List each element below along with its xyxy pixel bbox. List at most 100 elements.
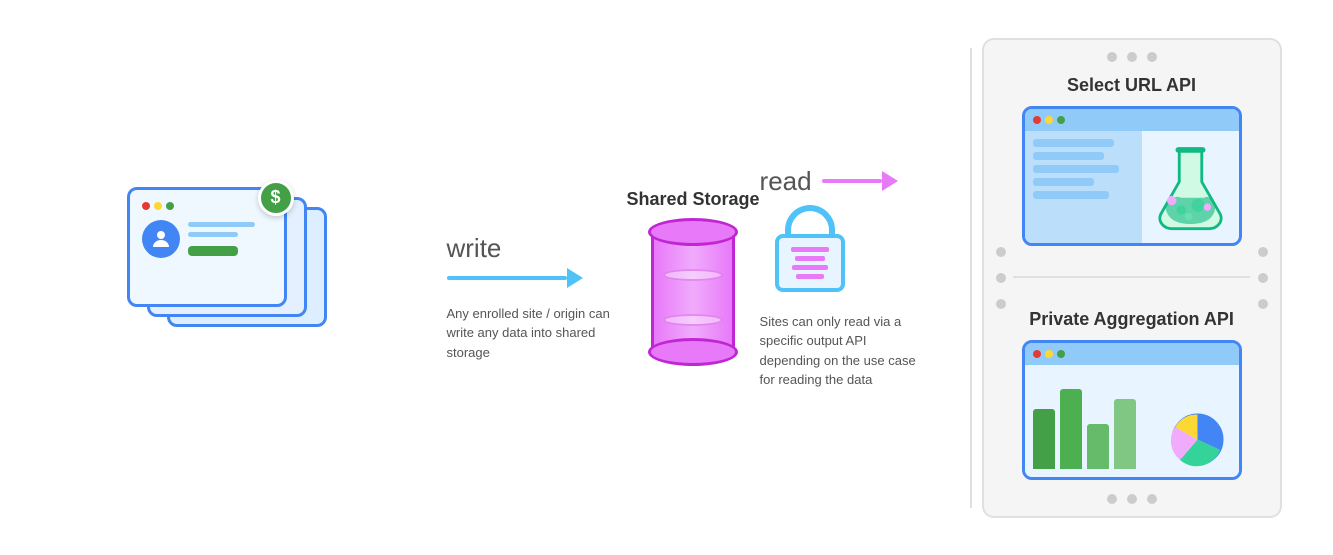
url-api-inner bbox=[1025, 109, 1239, 243]
card-lines bbox=[188, 220, 272, 258]
api2-image bbox=[1022, 340, 1242, 480]
priv-api-topbar bbox=[1025, 343, 1239, 365]
panel-dot-b2 bbox=[1127, 494, 1137, 504]
cyl-stripe-1 bbox=[663, 269, 723, 281]
dot-red bbox=[142, 202, 150, 210]
card-front: $ bbox=[127, 187, 287, 307]
flask-icon bbox=[1153, 139, 1228, 234]
dot-g2 bbox=[1057, 350, 1065, 358]
line-1 bbox=[188, 222, 255, 227]
write-arrow-head bbox=[567, 268, 583, 288]
card-dots bbox=[142, 202, 272, 210]
green-button bbox=[188, 246, 238, 256]
shared-storage-section: Shared Storage bbox=[627, 189, 760, 366]
cylinder bbox=[648, 218, 738, 366]
lock-body bbox=[775, 234, 845, 292]
dot-yellow bbox=[154, 202, 162, 210]
read-arrow-line bbox=[822, 179, 882, 183]
site-cards-illustration: $ bbox=[127, 187, 347, 357]
panel-dot-l2 bbox=[996, 273, 1006, 283]
panel-dots-left bbox=[996, 247, 1006, 309]
panel-dot-t1 bbox=[1107, 52, 1117, 62]
dollar-coin: $ bbox=[258, 180, 294, 216]
url-right bbox=[1142, 131, 1238, 243]
url-line-4 bbox=[1033, 178, 1094, 186]
main-diagram: $ write Any enrolled site / origin can w… bbox=[27, 18, 1307, 538]
site-cards-section: $ bbox=[27, 187, 447, 369]
url-line-5 bbox=[1033, 191, 1109, 199]
dot-g bbox=[1057, 116, 1065, 124]
write-arrow-area: write Any enrolled site / origin can wri… bbox=[447, 233, 627, 363]
cyl-stripe-2 bbox=[663, 314, 723, 326]
lock-line-3 bbox=[792, 265, 828, 270]
panel-dot-l3 bbox=[996, 299, 1006, 309]
panel-dot-r3 bbox=[1258, 299, 1268, 309]
dot-y2 bbox=[1045, 350, 1053, 358]
url-left bbox=[1025, 131, 1143, 243]
bar-4 bbox=[1114, 399, 1136, 469]
write-arrow-line bbox=[447, 276, 567, 280]
url-api-topbar bbox=[1025, 109, 1239, 131]
panel-dots-right bbox=[1258, 247, 1268, 309]
right-panel: Select URL API bbox=[982, 38, 1282, 518]
api1-image bbox=[1022, 106, 1242, 246]
bar-2 bbox=[1060, 389, 1082, 469]
panel-dot-t3 bbox=[1147, 52, 1157, 62]
line-2 bbox=[188, 232, 238, 237]
panel-dot-r2 bbox=[1258, 273, 1268, 283]
divider bbox=[970, 48, 972, 508]
api1-title: Select URL API bbox=[1067, 75, 1196, 96]
select-url-api-block: Select URL API bbox=[1000, 75, 1264, 246]
cyl-top bbox=[648, 218, 738, 246]
url-line-2 bbox=[1033, 152, 1104, 160]
panel-dots-bottom bbox=[1107, 494, 1157, 504]
panel-dot-b1 bbox=[1107, 494, 1117, 504]
read-caption: Sites can only read via a specific outpu… bbox=[760, 312, 930, 390]
panel-dot-t2 bbox=[1127, 52, 1137, 62]
url-api-content bbox=[1025, 131, 1239, 243]
lock-wrapper bbox=[770, 205, 850, 300]
lock-line-1 bbox=[791, 247, 829, 252]
api2-title: Private Aggregation API bbox=[1029, 309, 1234, 330]
panel-divider bbox=[1013, 276, 1251, 278]
panel-dots-top bbox=[1107, 52, 1157, 62]
dot-r2 bbox=[1033, 350, 1041, 358]
private-agg-api-block: Private Aggregation API bbox=[1000, 309, 1264, 480]
url-api-dots bbox=[1033, 116, 1065, 124]
card-content bbox=[142, 220, 272, 258]
write-caption: Any enrolled site / origin can write any… bbox=[447, 306, 610, 360]
priv-api-inner bbox=[1025, 343, 1239, 477]
panel-dot-b3 bbox=[1147, 494, 1157, 504]
avatar bbox=[142, 220, 180, 258]
priv-api-dots bbox=[1033, 350, 1065, 358]
bar-1 bbox=[1033, 409, 1055, 469]
pie-chart-icon bbox=[1170, 412, 1225, 467]
url-line-1 bbox=[1033, 139, 1114, 147]
read-arrow-row: read bbox=[760, 166, 898, 197]
write-caption-wrapper: Any enrolled site / origin can write any… bbox=[447, 304, 627, 363]
lock-lines bbox=[791, 247, 829, 279]
cyl-bottom bbox=[648, 338, 738, 366]
write-arrow bbox=[447, 268, 583, 288]
bar-3 bbox=[1087, 424, 1109, 469]
write-label: write bbox=[447, 233, 502, 264]
read-flow: read bbox=[760, 166, 960, 390]
lock-icon bbox=[770, 205, 850, 300]
lock-shackle bbox=[785, 205, 835, 237]
shared-storage-title: Shared Storage bbox=[627, 189, 760, 210]
cyl-body bbox=[651, 232, 735, 352]
lock-line-4 bbox=[796, 274, 824, 279]
priv-api-content bbox=[1025, 365, 1239, 477]
read-arrow bbox=[822, 171, 898, 191]
dot-y bbox=[1045, 116, 1053, 124]
read-label: read bbox=[760, 166, 812, 197]
panel-dot-l1 bbox=[996, 247, 1006, 257]
write-flow: write Any enrolled site / origin can wri… bbox=[447, 193, 627, 363]
lock-line-2 bbox=[795, 256, 825, 261]
panel-dot-r1 bbox=[1258, 247, 1268, 257]
dot-r bbox=[1033, 116, 1041, 124]
dot-green bbox=[166, 202, 174, 210]
read-arrow-area: read bbox=[760, 166, 930, 390]
url-line-3 bbox=[1033, 165, 1119, 173]
read-arrow-head bbox=[882, 171, 898, 191]
